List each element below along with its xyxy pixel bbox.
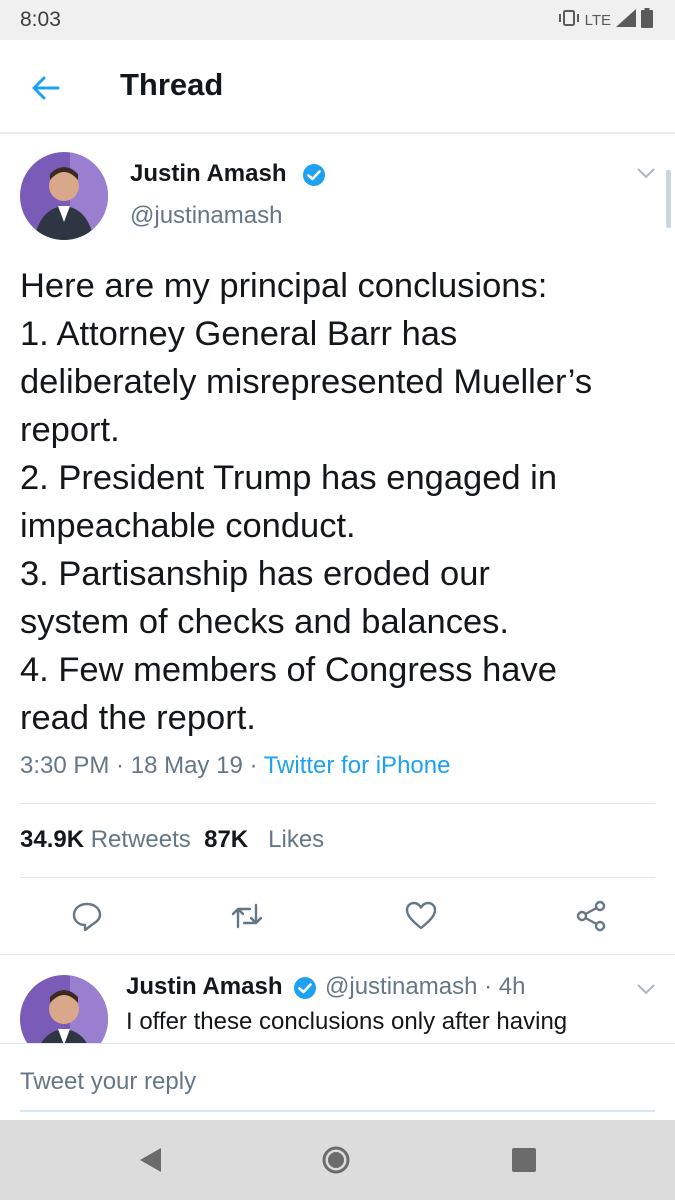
tweet-line: read the report. <box>20 699 256 737</box>
reply-handle-text: @justinamash <box>325 973 478 1000</box>
like-button[interactable] <box>404 899 438 933</box>
network-type: LTE <box>584 11 611 29</box>
tweet-text: Here are my principal conclusions: 1. At… <box>20 262 660 742</box>
tweet-line: 3. Partisanship has eroded our <box>20 555 490 593</box>
meta-separator: · <box>109 752 131 779</box>
reply-input-underline <box>20 1110 655 1112</box>
reply-author-name[interactable]: Justin Amash <box>126 973 282 1001</box>
retweet-button[interactable] <box>230 899 264 933</box>
chevron-down-icon <box>637 984 655 995</box>
page-title: Thread <box>120 67 224 102</box>
retweets-stat[interactable]: 34.9K Retweets <box>20 826 191 853</box>
status-time: 8:03 <box>20 8 61 31</box>
nav-back-button[interactable] <box>134 1144 166 1176</box>
battery-icon <box>641 8 653 32</box>
likes-stat[interactable]: 87K Likes <box>204 826 324 853</box>
heart-icon <box>405 901 437 930</box>
tweet-source-link[interactable]: Twitter for iPhone <box>264 752 451 779</box>
tweet-line: impeachable conduct. <box>20 507 356 545</box>
retweet-icon <box>231 903 263 929</box>
reply-menu-button[interactable] <box>636 982 656 1001</box>
signal-icon <box>616 9 636 31</box>
vibrate-icon <box>558 10 580 30</box>
reply-tweet-text: I offer these conclusions only after hav… <box>126 1008 568 1035</box>
verified-badge-icon <box>302 163 326 192</box>
tweet-time: 3:30 PM <box>20 752 110 779</box>
circle-home-icon <box>322 1146 350 1174</box>
chevron-down-icon <box>637 168 655 179</box>
tweet-line: deliberately misrepresented Mueller’s <box>20 363 593 401</box>
meta-separator: · <box>242 752 264 779</box>
retweets-count: 34.9K <box>20 826 85 853</box>
author-name[interactable]: Justin Amash <box>130 160 286 188</box>
tweet-stats: 34.9K Retweets 87K Likes <box>20 826 324 854</box>
square-recents-icon <box>512 1148 536 1172</box>
reply-author-handle[interactable]: @justinamash · 4h <box>325 973 525 1001</box>
reply-age: · 4h <box>484 973 526 1000</box>
tweet-line: 1. Attorney General Barr has <box>20 315 458 353</box>
nav-recents-button[interactable] <box>508 1144 540 1176</box>
verified-badge-icon <box>293 976 317 1005</box>
tweet-line: 4. Few members of Congress have <box>20 651 557 689</box>
avatar[interactable] <box>20 152 108 240</box>
status-icons: LTE <box>558 8 653 32</box>
nav-home-button[interactable] <box>320 1144 352 1176</box>
reply-button[interactable] <box>70 899 104 933</box>
tweet-meta: 3:30 PM · 18 May 19 · Twitter for iPhone <box>20 752 450 780</box>
thread-header: Thread <box>0 40 675 134</box>
likes-label: Likes <box>268 826 325 853</box>
likes-count: 87K <box>204 826 249 853</box>
divider <box>20 877 655 878</box>
tweet-date: 18 May 19 <box>130 752 243 779</box>
tweet-line: report. <box>20 411 120 449</box>
retweets-label: Retweets <box>90 826 191 853</box>
reply-input[interactable]: Tweet your reply <box>20 1068 196 1096</box>
scrollbar[interactable] <box>666 170 671 228</box>
share-button[interactable] <box>574 899 608 933</box>
status-bar: 8:03 LTE <box>0 0 675 40</box>
tweet-line: Here are my principal conclusions: <box>20 267 548 305</box>
back-button[interactable] <box>28 70 64 106</box>
tweet-line: system of checks and balances. <box>20 603 509 641</box>
tweet-menu-button[interactable] <box>636 166 656 185</box>
divider <box>20 803 655 804</box>
share-icon <box>576 900 606 932</box>
arrow-left-icon <box>32 76 60 100</box>
divider <box>0 954 675 955</box>
reply-icon <box>72 902 102 932</box>
author-handle[interactable]: @justinamash <box>130 202 282 230</box>
triangle-back-icon <box>140 1148 161 1172</box>
tweet-line: 2. President Trump has engaged in <box>20 459 558 497</box>
